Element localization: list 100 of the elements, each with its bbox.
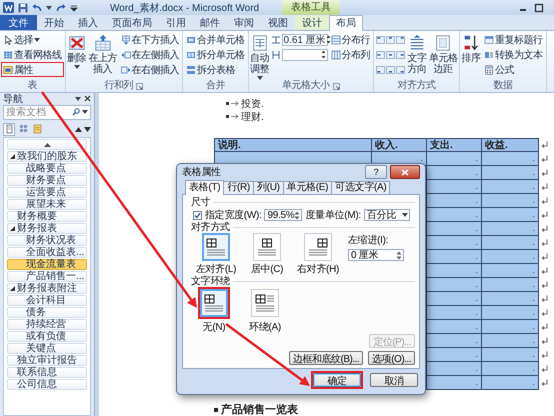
align-cell-icon[interactable] bbox=[386, 36, 395, 44]
undo-icon[interactable] bbox=[32, 2, 42, 12]
close-icon[interactable] bbox=[84, 95, 91, 102]
insert-below-icon[interactable] bbox=[120, 34, 130, 44]
heading-item[interactable]: 财务状况表 bbox=[7, 235, 87, 246]
expand-triangle-icon[interactable] bbox=[10, 154, 15, 159]
heading-item[interactable]: 关键点 bbox=[7, 343, 87, 354]
heading-item[interactable]: 独立审计报告 bbox=[7, 355, 87, 366]
caret-icon[interactable] bbox=[402, 213, 408, 217]
close-button[interactable] bbox=[390, 165, 420, 179]
heading-item[interactable]: 财务报表 bbox=[7, 223, 87, 234]
cursor-icon[interactable] bbox=[3, 34, 13, 44]
cell-margins-icon[interactable] bbox=[434, 34, 452, 52]
redo-icon[interactable] bbox=[56, 2, 66, 12]
next-heading-icon[interactable] bbox=[84, 126, 91, 132]
size-field[interactable] bbox=[282, 48, 328, 60]
dialog-tab[interactable]: 列(U) bbox=[252, 181, 284, 194]
heading-item[interactable]: 财务报表附注 bbox=[7, 283, 87, 294]
width-field[interactable]: 99.5% bbox=[264, 209, 302, 221]
heading-item[interactable]: 或有负债 bbox=[7, 331, 87, 342]
layout-option[interactable] bbox=[304, 233, 332, 261]
dialog-tab[interactable]: 表格(T) bbox=[185, 180, 224, 195]
ribbon-tab[interactable]: 开始 bbox=[37, 16, 71, 30]
ribbon-tab[interactable]: 文件 bbox=[0, 15, 37, 30]
ribbon-tab[interactable]: 设计 bbox=[295, 16, 329, 30]
distribute-columns-icon[interactable] bbox=[330, 50, 340, 60]
convert-text-icon[interactable] bbox=[484, 50, 494, 60]
save-icon[interactable] bbox=[18, 2, 28, 12]
heading-item[interactable]: 会计科目 bbox=[7, 295, 87, 306]
heading-item[interactable]: 财务概要 bbox=[7, 211, 87, 222]
heading-item[interactable]: 联系信息 bbox=[7, 367, 87, 378]
delete-icon[interactable] bbox=[68, 34, 86, 52]
ribbon-button[interactable]: 排序 bbox=[461, 32, 481, 80]
merge-cells-icon[interactable] bbox=[186, 34, 196, 44]
maximize-icon[interactable] bbox=[534, 2, 544, 12]
insert-left-icon[interactable] bbox=[120, 50, 130, 60]
dialog-launcher-icon[interactable] bbox=[332, 82, 340, 90]
ribbon-button[interactable]: 在左侧插入 bbox=[118, 47, 181, 62]
ribbon-button[interactable]: 拆分表格 bbox=[184, 62, 246, 77]
ribbon-button[interactable]: 删除 bbox=[66, 32, 86, 80]
heading-item[interactable]: 现金流量表 bbox=[7, 259, 87, 270]
split-table-icon[interactable] bbox=[186, 64, 196, 74]
distribute-rows-icon[interactable] bbox=[330, 34, 340, 44]
unit-dropdown[interactable]: 百分比 bbox=[364, 209, 410, 221]
align-cell-icon[interactable] bbox=[376, 50, 385, 58]
previous-heading-icon[interactable] bbox=[75, 126, 82, 132]
search-field[interactable]: 搜索文档 bbox=[3, 105, 91, 120]
align-cell-icon[interactable] bbox=[386, 50, 395, 58]
ribbon-tab[interactable]: 邮件 bbox=[193, 16, 227, 30]
size-field[interactable]: 0.61 厘米 bbox=[282, 34, 328, 46]
spinner-icon[interactable] bbox=[396, 250, 402, 260]
ribbon-button[interactable]: 自动调整 bbox=[250, 32, 270, 80]
align-cell-icon[interactable] bbox=[386, 66, 395, 74]
align-cell-icon[interactable] bbox=[396, 36, 405, 44]
heading-item[interactable]: 战略要点 bbox=[7, 163, 87, 174]
heading-item[interactable]: 全面收益表... bbox=[7, 247, 87, 258]
ribbon-tab[interactable]: 引用 bbox=[159, 16, 193, 30]
caret-icon[interactable] bbox=[74, 65, 80, 69]
expand-triangle-icon[interactable] bbox=[10, 226, 15, 231]
gridlines-icon[interactable] bbox=[3, 50, 13, 60]
ribbon-button[interactable]: 在右侧插入 bbox=[118, 62, 181, 77]
spinner-icon[interactable] bbox=[320, 50, 326, 59]
ribbon-button[interactable]: 拆分单元格 bbox=[184, 47, 246, 62]
ribbon-button[interactable]: 在上方插入 bbox=[88, 32, 118, 80]
repeat-header-icon[interactable] bbox=[484, 34, 494, 44]
checkbox[interactable] bbox=[193, 210, 202, 220]
dialog-button[interactable]: 选项(O)... bbox=[368, 351, 415, 365]
heading-item[interactable]: 运营要点 bbox=[7, 187, 87, 198]
row-height-icon[interactable] bbox=[270, 34, 280, 44]
ribbon-button[interactable]: 文字方向 bbox=[407, 32, 427, 80]
dialog-button[interactable]: 取消 bbox=[370, 373, 418, 387]
dialog-tab[interactable]: 单元格(E) bbox=[282, 181, 332, 194]
heading-item[interactable]: 展望未来 bbox=[7, 199, 87, 210]
ribbon-button[interactable]: 公式 bbox=[482, 62, 544, 77]
ribbon-button[interactable]: 查看网格线 bbox=[1, 47, 64, 62]
split-cells-icon[interactable] bbox=[186, 50, 196, 60]
caret-icon[interactable] bbox=[75, 96, 81, 100]
align-cell-icon[interactable] bbox=[376, 36, 385, 44]
autofit-icon[interactable] bbox=[250, 34, 268, 52]
ribbon-button[interactable]: 属性 bbox=[1, 62, 64, 77]
dialog-tab[interactable]: 可选文字(A) bbox=[331, 181, 390, 194]
ribbon-tab[interactable]: 页面布局 bbox=[105, 16, 159, 30]
ribbon-button[interactable]: 选择 bbox=[1, 32, 64, 47]
ribbon-button[interactable]: 在下方插入 bbox=[118, 32, 181, 47]
ribbon-button[interactable]: 合并单元格 bbox=[184, 32, 246, 47]
ribbon-tab[interactable]: 视图 bbox=[261, 16, 295, 30]
spinner-icon[interactable] bbox=[294, 210, 300, 220]
column-width-icon[interactable] bbox=[270, 50, 280, 60]
insert-right-icon[interactable] bbox=[120, 64, 130, 74]
expand-triangle-icon[interactable] bbox=[10, 286, 15, 291]
heading-item[interactable]: 致我们的股东 bbox=[7, 151, 87, 162]
ribbon-button[interactable]: 重复标题行 bbox=[482, 32, 544, 47]
dialog-button[interactable]: 边框和底纹(B)... bbox=[289, 351, 364, 365]
scroll-up-icon[interactable] bbox=[44, 142, 50, 146]
dialog-tab[interactable]: 行(R) bbox=[223, 181, 254, 194]
layout-option[interactable] bbox=[202, 233, 230, 261]
align-cell-icon[interactable] bbox=[396, 50, 405, 58]
heading-item[interactable]: 财务要点 bbox=[7, 175, 87, 186]
caret-icon[interactable] bbox=[82, 110, 88, 114]
heading-item[interactable]: 公司信息 bbox=[7, 379, 87, 390]
